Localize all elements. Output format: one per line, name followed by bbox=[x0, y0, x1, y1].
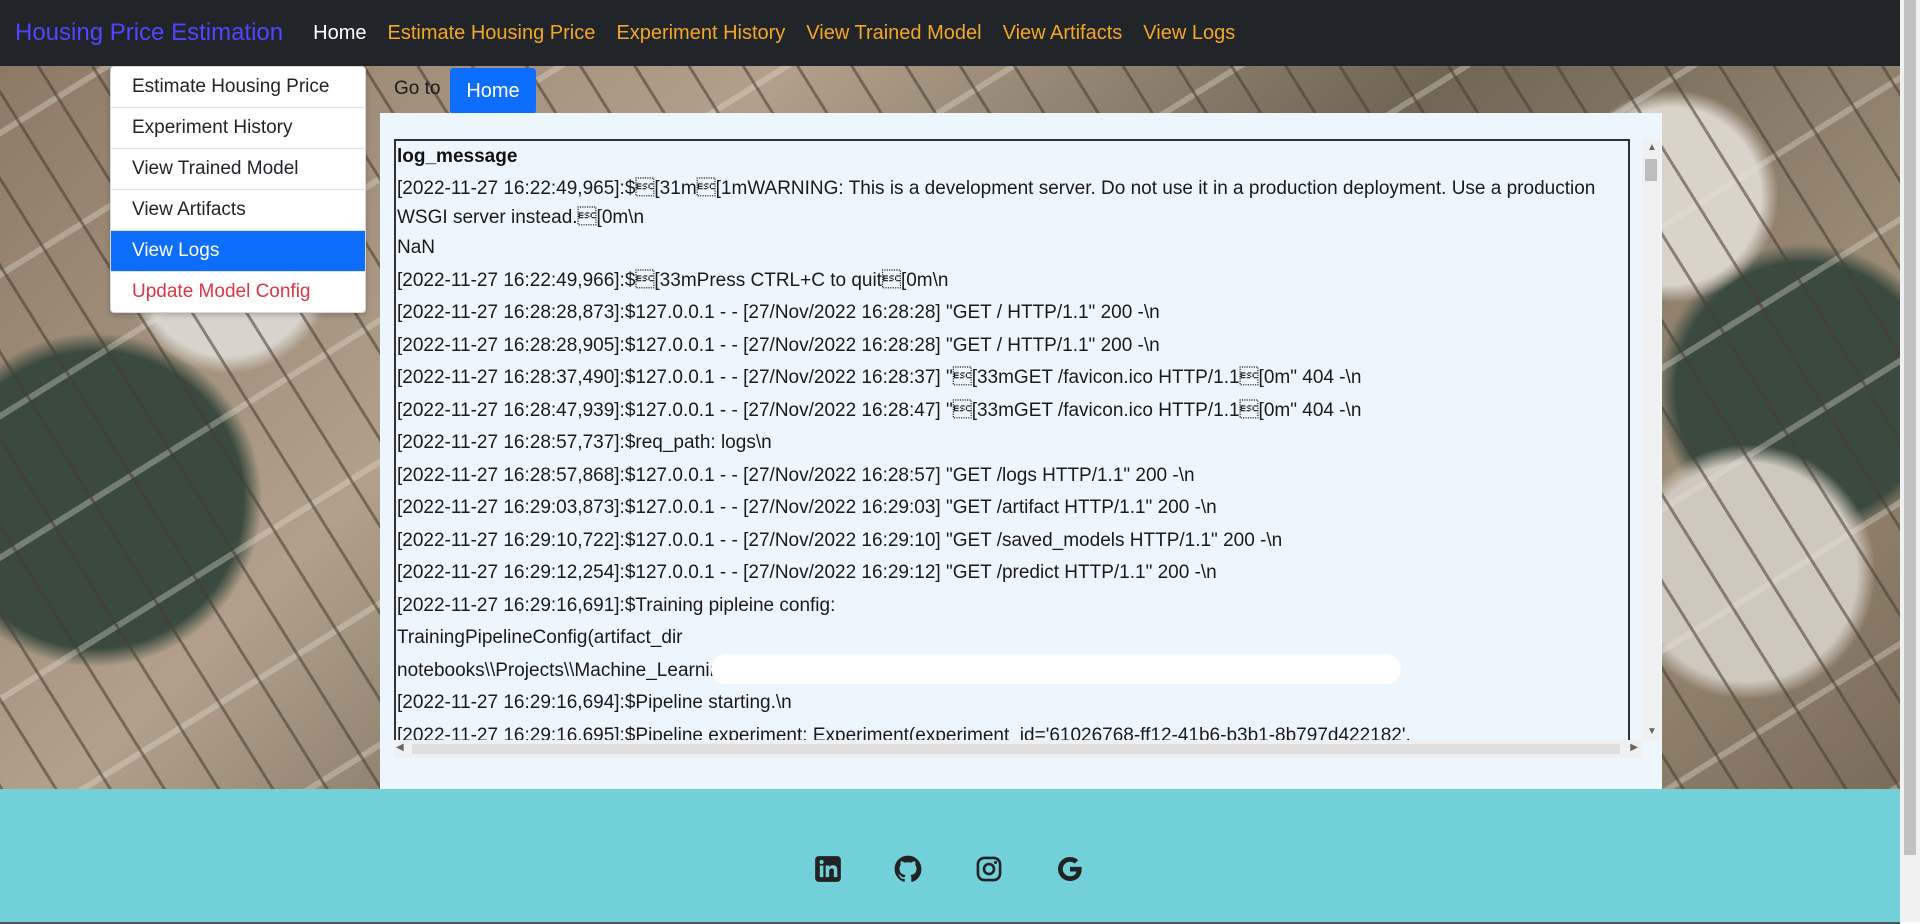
github-icon[interactable] bbox=[894, 855, 922, 883]
dropdown-item-view-artifacts[interactable]: View Artifacts bbox=[111, 190, 365, 231]
log-line: [2022-11-27 16:29:16,691]:$Training pipl… bbox=[397, 594, 836, 616]
log-line: [2022-11-27 16:29:12,254]:$127.0.0.1 - -… bbox=[397, 562, 1217, 583]
log-line: [2022-11-27 16:28:47,939]:$127.0.0.1 - -… bbox=[397, 399, 1362, 421]
nav-link-home[interactable]: Home bbox=[313, 22, 366, 45]
top-navbar: Housing Price Estimation Home Estimate H… bbox=[0, 0, 1900, 66]
log-panel: log_message [2022-11-27 16:22:49,965]:$… bbox=[380, 113, 1662, 789]
google-icon[interactable] bbox=[1056, 855, 1084, 883]
log-line: [2022-11-27 16:28:28,873]:$127.0.0.1 - -… bbox=[397, 302, 1160, 323]
nav-link-view-trained-model[interactable]: View Trained Model bbox=[806, 22, 981, 45]
log-line: [2022-11-27 16:29:16,694]:$Pipeline star… bbox=[397, 692, 792, 713]
log-line: [2022-11-27 16:29:16,695]:$Pipeline expe… bbox=[397, 724, 1411, 743]
log-table[interactable]: log_message [2022-11-27 16:22:49,965]:$… bbox=[394, 139, 1630, 742]
scroll-left-arrow-icon[interactable]: ◀ bbox=[396, 742, 404, 753]
scroll-down-arrow-icon[interactable]: ▼ bbox=[1647, 726, 1657, 737]
log-line: NaN bbox=[397, 237, 436, 258]
scroll-up-arrow-icon[interactable]: ▲ bbox=[1647, 142, 1657, 153]
scroll-right-arrow-icon[interactable]: ▶ bbox=[1630, 742, 1638, 753]
page-dropdown-menu: Estimate Housing Price Experiment Histor… bbox=[110, 66, 366, 313]
brand-title[interactable]: Housing Price Estimation bbox=[15, 19, 283, 47]
log-line: [2022-11-27 16:28:37,490]:$127.0.0.1 - -… bbox=[397, 367, 1362, 388]
dropdown-item-view-logs[interactable]: View Logs bbox=[111, 231, 365, 272]
log-line: [2022-11-27 16:29:03,873]:$127.0.0.1 - -… bbox=[397, 497, 1217, 518]
log-line: [2022-11-27 16:28:57,737]:$req_path: log… bbox=[397, 432, 772, 453]
dropdown-item-estimate-housing-price[interactable]: Estimate Housing Price bbox=[111, 67, 365, 108]
instagram-icon[interactable] bbox=[975, 855, 1003, 883]
log-line: [2022-11-27 16:28:28,905]:$127.0.0.1 - -… bbox=[397, 334, 1160, 356]
log-line: TrainingPipelineConfig(artifact_dir bbox=[397, 627, 683, 648]
nav-link-experiment-history[interactable]: Experiment History bbox=[616, 22, 785, 45]
page-scroll-thumb[interactable] bbox=[1904, 0, 1916, 855]
log-column-header: log_message bbox=[397, 146, 518, 167]
nav-link-view-artifacts[interactable]: View Artifacts bbox=[1003, 22, 1123, 45]
dropdown-item-experiment-history[interactable]: Experiment History bbox=[111, 108, 365, 149]
log-line: [2022-11-27 16:22:49,965]:$[31m[1mWARN… bbox=[397, 178, 1596, 228]
dropdown-item-view-trained-model[interactable]: View Trained Model bbox=[111, 149, 365, 190]
log-vertical-scroll-thumb[interactable] bbox=[1645, 159, 1657, 181]
goto-label: Go to bbox=[394, 78, 441, 99]
redaction-overlay bbox=[711, 654, 1401, 684]
log-line: [2022-11-27 16:22:49,966]:$[33mPress CT… bbox=[397, 269, 949, 291]
dropdown-item-update-model-config[interactable]: Update Model Config bbox=[111, 272, 365, 312]
log-horizontal-scrollbar[interactable]: ◀ ▶ bbox=[394, 740, 1642, 758]
linkedin-icon[interactable] bbox=[814, 855, 842, 883]
log-line: [2022-11-27 16:29:10,722]:$127.0.0.1 - -… bbox=[397, 529, 1283, 551]
log-vertical-scrollbar[interactable]: ▲ ▼ bbox=[1642, 139, 1660, 740]
log-line: [2022-11-27 16:28:57,868]:$127.0.0.1 - -… bbox=[397, 464, 1195, 486]
nav-link-view-logs[interactable]: View Logs bbox=[1143, 22, 1235, 45]
log-horizontal-scroll-thumb[interactable] bbox=[412, 744, 1620, 754]
page-vertical-scrollbar[interactable] bbox=[1900, 0, 1920, 922]
home-button[interactable]: Home bbox=[450, 68, 536, 114]
nav-link-estimate-housing-price[interactable]: Estimate Housing Price bbox=[387, 22, 595, 45]
footer bbox=[0, 789, 1900, 924]
